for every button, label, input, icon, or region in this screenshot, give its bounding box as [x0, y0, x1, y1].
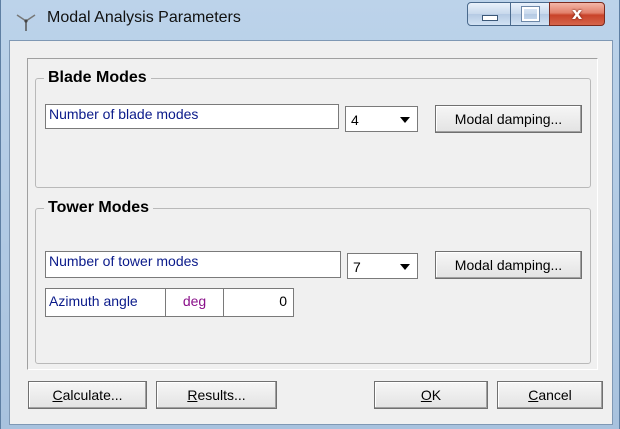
- blade-modes-label: Number of blade modes: [45, 104, 339, 129]
- close-icon: x: [571, 4, 583, 23]
- results-label: esults...: [197, 387, 246, 403]
- ok-button[interactable]: OK: [374, 381, 488, 409]
- cancel-mnemonic: C: [528, 387, 539, 403]
- close-button[interactable]: x: [549, 2, 605, 26]
- chevron-down-icon[interactable]: [393, 107, 417, 131]
- blade-modes-group: Blade Modes: [35, 69, 591, 188]
- minimize-icon: [482, 15, 498, 21]
- azimuth-unit: deg: [166, 289, 224, 316]
- calculate-label: alculate...: [62, 387, 123, 403]
- maximize-button[interactable]: [510, 2, 550, 26]
- blade-modes-title: Blade Modes: [44, 69, 151, 87]
- azimuth-value-input[interactable]: 0: [224, 289, 293, 316]
- window-controls: x: [467, 2, 611, 26]
- calculate-mnemonic: C: [52, 387, 63, 403]
- blade-modes-value: 4: [351, 112, 359, 128]
- cancel-label: ancel: [538, 387, 572, 403]
- tower-modes-title: Tower Modes: [44, 199, 154, 217]
- dialog-window: Modal Analysis Parameters x Blade Modes …: [0, 0, 620, 429]
- ok-label: K: [431, 387, 442, 403]
- azimuth-label: Azimuth angle: [46, 289, 166, 316]
- results-button[interactable]: Results...: [156, 381, 277, 409]
- modes-panel: Blade Modes Number of blade modes 4 Moda…: [27, 58, 598, 370]
- results-mnemonic: R: [187, 387, 198, 403]
- app-icon: [16, 14, 36, 31]
- maximize-icon: [521, 6, 540, 22]
- azimuth-row: Azimuth angle deg 0: [45, 288, 294, 317]
- calculate-button[interactable]: Calculate...: [28, 381, 147, 409]
- button-bar: Calculate... Results... OK Cancel: [27, 376, 603, 416]
- tower-modes-group: Tower Modes: [35, 199, 591, 364]
- blade-modes-select[interactable]: 4: [345, 106, 418, 132]
- tower-modes-value: 7: [353, 259, 361, 275]
- minimize-button[interactable]: [467, 2, 511, 26]
- cancel-button[interactable]: Cancel: [497, 381, 603, 409]
- tower-modes-select[interactable]: 7: [347, 253, 418, 279]
- title-bar[interactable]: Modal Analysis Parameters x: [1, 0, 619, 38]
- tower-modal-damping-button[interactable]: Modal damping...: [435, 251, 582, 279]
- blade-modal-damping-button[interactable]: Modal damping...: [435, 105, 582, 133]
- tower-modes-label: Number of tower modes: [45, 251, 341, 278]
- ok-mnemonic: O: [420, 387, 432, 403]
- window-title: Modal Analysis Parameters: [47, 9, 241, 26]
- chevron-down-icon[interactable]: [393, 254, 417, 278]
